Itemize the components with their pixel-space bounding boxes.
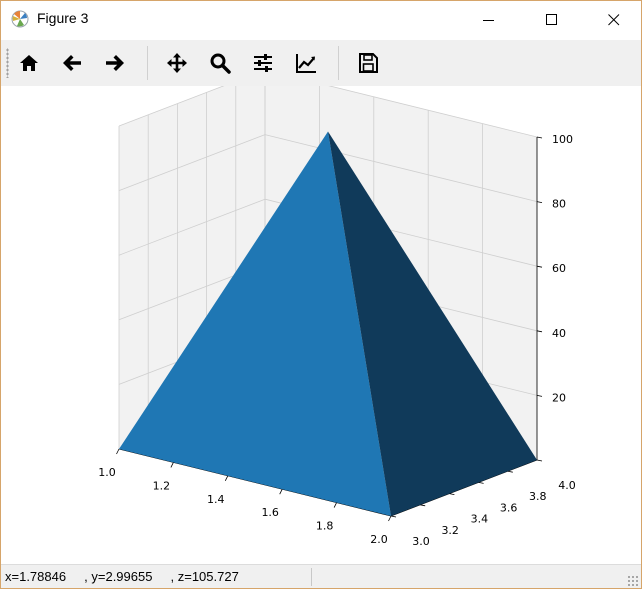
navigation-toolbar — [1, 40, 641, 86]
x-tick — [333, 502, 337, 508]
edit-axis-button[interactable] — [291, 48, 321, 78]
x-tick-label: 1.0 — [98, 466, 116, 479]
z-tick-label: 80 — [552, 198, 566, 211]
close-icon — [608, 14, 620, 26]
save-button[interactable] — [353, 48, 383, 78]
z-tick-label: 40 — [552, 327, 566, 340]
x-tick-label: 1.4 — [207, 493, 225, 506]
close-button[interactable] — [591, 1, 637, 39]
x-tick — [116, 448, 120, 455]
resize-grip[interactable] — [627, 575, 639, 587]
z-tick-label: 100 — [552, 133, 573, 146]
y-tick-label: 3.6 — [500, 501, 518, 514]
y-tick — [390, 515, 397, 518]
z-tick — [536, 265, 543, 268]
y-tick — [478, 482, 484, 484]
x-tick — [388, 515, 392, 522]
x-tick-label: 1.6 — [261, 506, 279, 519]
z-tick — [536, 201, 543, 203]
x-tick-label: 1.2 — [153, 479, 171, 492]
x-tick-label: 2.0 — [370, 533, 388, 546]
y-tick-label: 3.0 — [412, 535, 430, 548]
figure-window: Figure 3 1.0 1.2 1.4 1.6 1.8 2.0 3.0 3.2… — [0, 0, 642, 589]
line-chart-icon — [296, 54, 316, 73]
status-bar: x=1.78846 , y=2.99655 , z=105.727 — [1, 564, 641, 588]
zoom-button[interactable] — [205, 48, 235, 78]
minimize-icon — [483, 20, 494, 21]
y-tick — [449, 493, 455, 495]
home-icon — [20, 55, 38, 71]
x-tick — [170, 462, 174, 468]
plot-3d[interactable]: 1.0 1.2 1.4 1.6 1.8 2.0 3.0 3.2 3.4 3.6 3.8 4.0 20 40… — [1, 69, 641, 564]
y-tick-label: 3.4 — [471, 513, 489, 526]
move-icon — [167, 53, 187, 73]
floppy-disk-icon — [359, 53, 378, 73]
y-tick — [536, 459, 543, 462]
z-tick-label: 60 — [552, 262, 566, 275]
back-button[interactable] — [57, 48, 87, 78]
arrow-left-icon — [63, 55, 81, 71]
x-tick — [279, 489, 283, 495]
pan-button[interactable] — [162, 48, 192, 78]
z-tick-label: 20 — [552, 391, 566, 404]
y-tick — [507, 470, 513, 473]
magnifier-icon — [210, 53, 231, 74]
z-tick — [536, 395, 543, 397]
y-tick — [420, 504, 426, 507]
configure-subplots-button[interactable] — [248, 48, 278, 78]
toolbar-grip[interactable] — [6, 48, 9, 78]
maximize-icon — [546, 14, 557, 25]
minimize-button[interactable] — [466, 1, 512, 39]
z-tick — [536, 330, 543, 333]
y-tick-label: 4.0 — [558, 479, 576, 492]
x-tick-label: 1.8 — [316, 520, 334, 533]
window-title: Figure 3 — [37, 10, 89, 26]
toolbar-separator — [338, 46, 339, 80]
y-tick-label: 3.8 — [529, 490, 547, 503]
maximize-button[interactable] — [529, 1, 575, 39]
z-tick — [536, 136, 543, 139]
forward-button[interactable] — [100, 48, 130, 78]
y-tick-label: 3.2 — [441, 524, 459, 537]
x-tick — [224, 475, 229, 481]
figure-canvas[interactable]: 1.0 1.2 1.4 1.6 1.8 2.0 3.0 3.2 3.4 3.6 3.8 4.0 20 40… — [1, 69, 641, 564]
toolbar-separator — [147, 46, 148, 80]
arrow-right-icon — [106, 55, 124, 71]
sliders-icon — [254, 54, 272, 72]
status-separator — [311, 568, 312, 586]
home-button[interactable] — [14, 48, 44, 78]
matplotlib-icon — [11, 10, 29, 28]
title-bar: Figure 3 — [1, 1, 641, 39]
cursor-coordinates: x=1.78846 , y=2.99655 , z=105.727 — [5, 569, 239, 584]
